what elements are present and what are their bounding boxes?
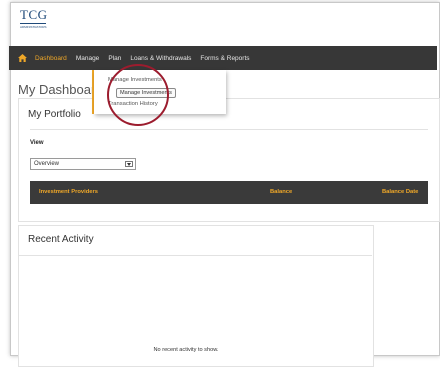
home-icon[interactable] xyxy=(9,46,35,70)
logo-underline xyxy=(20,23,46,24)
chevron-down-icon[interactable] xyxy=(125,161,133,167)
view-select[interactable]: Overview xyxy=(30,158,136,170)
portfolio-divider xyxy=(30,129,428,130)
highlight-circle xyxy=(107,64,169,126)
recent-activity-title: Recent Activity xyxy=(28,234,94,245)
nav-loans-withdrawals[interactable]: Loans & Withdrawals xyxy=(130,55,191,62)
logo-text: TCG xyxy=(20,7,48,22)
column-balance-date[interactable]: Balance Date xyxy=(382,189,418,195)
column-balance[interactable]: Balance xyxy=(270,189,292,195)
nav-manage[interactable]: Manage xyxy=(76,55,100,62)
page-title: My Dashboard xyxy=(18,82,103,97)
tcg-logo[interactable]: TCG ADMINISTRATORS xyxy=(20,8,48,32)
recent-activity-card: Recent Activity xyxy=(18,225,374,367)
main-navbar: Dashboard Manage Plan Loans & Withdrawal… xyxy=(9,46,437,70)
activity-divider xyxy=(18,255,372,256)
logo-subtitle: ADMINISTRATORS xyxy=(20,25,47,29)
nav-forms-reports[interactable]: Forms & Reports xyxy=(200,55,249,62)
no-activity-text: No recent activity to show. xyxy=(153,347,219,353)
portfolio-table-header: Investment Providers Balance Balance Dat… xyxy=(30,181,428,204)
view-select-value: Overview xyxy=(34,161,60,167)
column-investment-providers[interactable]: Investment Providers xyxy=(39,189,98,195)
nav-plan[interactable]: Plan xyxy=(108,55,121,62)
nav-dashboard[interactable]: Dashboard xyxy=(35,55,67,62)
view-label: View xyxy=(30,140,44,146)
portfolio-title: My Portfolio xyxy=(28,109,81,120)
